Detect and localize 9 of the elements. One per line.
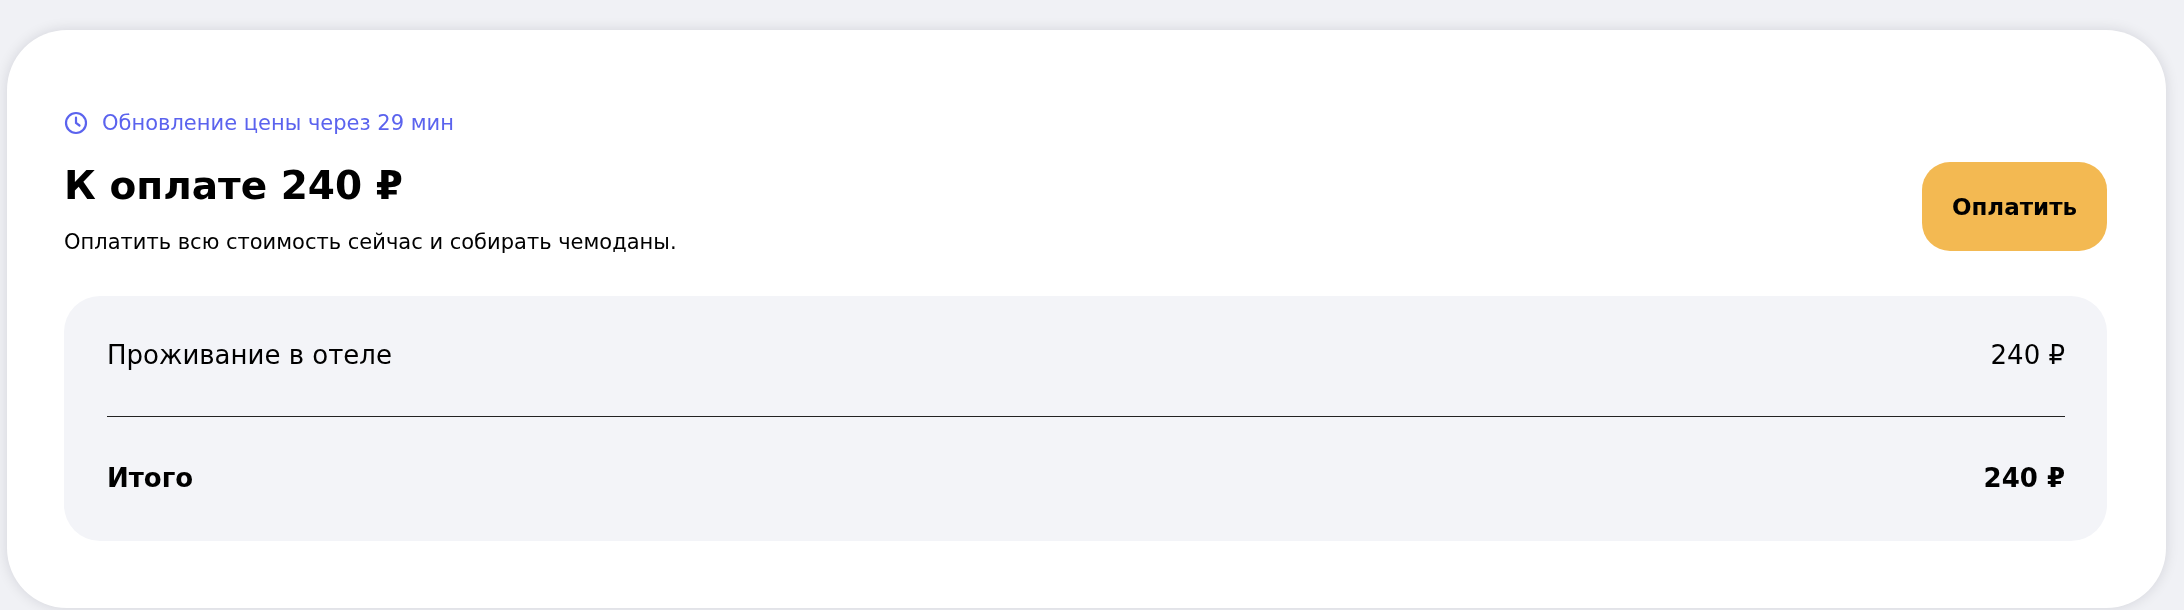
amount-due-title: К оплате 240 ₽ bbox=[64, 165, 404, 208]
pay-button[interactable]: Оплатить bbox=[1922, 162, 2107, 251]
total-value: 240 ₽ bbox=[1983, 462, 2065, 493]
clock-icon bbox=[64, 111, 88, 135]
total-label: Итого bbox=[107, 462, 194, 493]
payment-description: Оплатить всю стоимость сейчас и собирать чемоданы. bbox=[64, 229, 677, 254]
item-label: Проживание в отеле bbox=[107, 339, 392, 370]
price-update-timer: Обновление цены через 29 мин bbox=[102, 111, 454, 135]
item-value: 240 ₽ bbox=[1990, 339, 2065, 370]
